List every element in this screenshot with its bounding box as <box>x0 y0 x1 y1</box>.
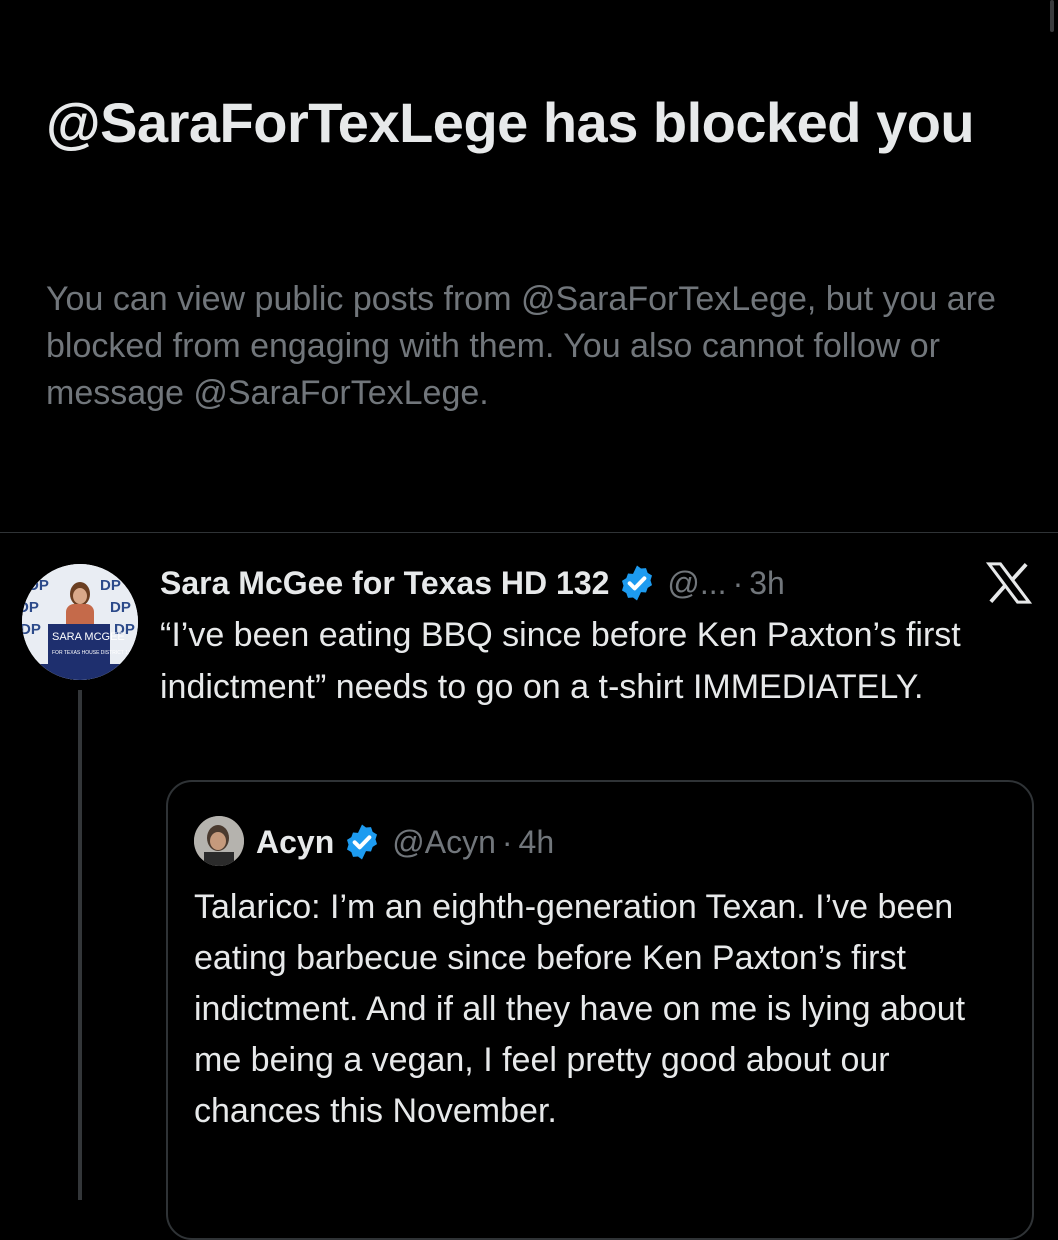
x-logo-icon <box>986 562 1032 604</box>
quote-display-name[interactable]: Acyn <box>256 824 334 861</box>
quote-separator: · <box>501 823 513 860</box>
verified-badge-icon <box>622 565 653 601</box>
avatar-sign-subtext: FOR TEXAS HOUSE DISTRICT 132 <box>52 650 134 656</box>
quote-avatar-image <box>194 816 244 866</box>
svg-text:DP: DP <box>100 577 121 594</box>
blocked-notice: @SaraForTexLege has blocked you You can … <box>0 0 1058 532</box>
quote-header: Acyn @Acyn · 4h <box>256 816 554 868</box>
tweet-header: Sara McGee for Texas HD 132 @... · 3h <box>160 556 785 610</box>
tweet-text: “I’ve been eating BBQ since before Ken P… <box>160 616 961 706</box>
blocked-title: @SaraForTexLege has blocked you <box>46 91 975 154</box>
avatar[interactable]: DP DP DP DP DP DP SARA MCGEE FOR TEXAS H… <box>22 564 138 680</box>
tweet-time[interactable]: 3h <box>749 565 785 602</box>
quote-time[interactable]: 4h <box>519 824 555 861</box>
avatar-image: DP DP DP DP DP DP SARA MCGEE FOR TEXAS H… <box>22 564 138 680</box>
quote-handle[interactable]: @Acyn <box>392 824 496 861</box>
thread-line <box>78 690 82 1200</box>
quote-avatar[interactable] <box>194 816 244 866</box>
quoted-tweet[interactable]: Acyn @Acyn · 4h Talarico: I’m an eighth-… <box>166 780 1034 1240</box>
section-divider <box>0 532 1058 533</box>
svg-text:DP: DP <box>110 599 131 616</box>
svg-text:DP: DP <box>22 599 39 616</box>
svg-text:DP: DP <box>22 621 41 638</box>
avatar-backdrop-logo: DP <box>28 577 49 594</box>
verified-badge-icon <box>347 824 378 860</box>
avatar-sign-text: SARA MCGEE <box>52 631 125 643</box>
tweet-separator: · <box>732 564 744 601</box>
blocked-description: You can view public posts from @SaraForT… <box>46 280 996 412</box>
tweet-handle[interactable]: @... <box>667 565 726 602</box>
quote-text: Talarico: I’m an eighth-generation Texan… <box>194 888 966 1130</box>
tweet-display-name[interactable]: Sara McGee for Texas HD 132 <box>160 565 609 602</box>
